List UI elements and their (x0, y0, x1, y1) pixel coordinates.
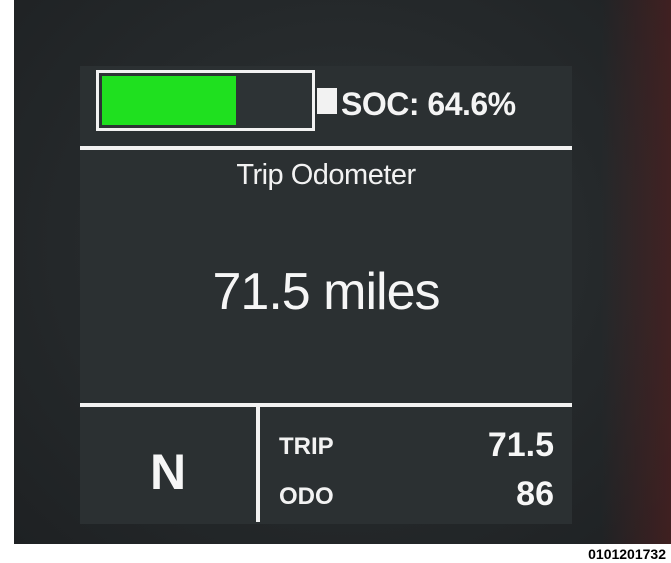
odo-value: 86 (516, 475, 554, 513)
soc-readout: SOC: 64.6% (341, 86, 516, 122)
trip-label: TRIP (279, 433, 334, 460)
odo-label: ODO (279, 483, 334, 510)
trip-odometer-title: Trip Odometer (236, 159, 416, 191)
image-code: 0101201732 (586, 546, 668, 562)
status-divider (256, 405, 260, 522)
top-divider (80, 146, 572, 150)
trip-value: 71.5 (487, 426, 554, 464)
display-photo: SOC: 64.6% Trip Odometer 71.5 miles N TR… (14, 0, 671, 544)
bottom-divider (80, 403, 572, 407)
battery-gauge (96, 70, 315, 131)
battery-level-fill (102, 76, 236, 125)
trip-distance-readout: 71.5 miles (212, 263, 441, 321)
gear-indicator: N (149, 444, 187, 500)
battery-terminal (317, 88, 337, 114)
